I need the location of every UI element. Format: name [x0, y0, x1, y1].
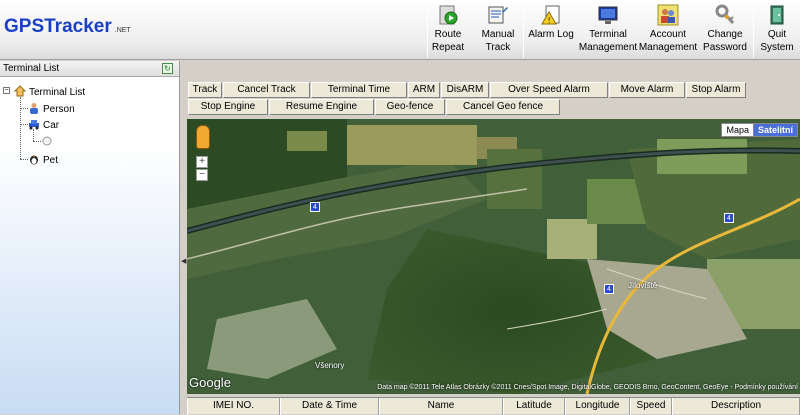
command-bar: Track Cancel Track Terminal Time ARM Dis… — [187, 61, 800, 118]
place-label: Všenory — [315, 361, 345, 370]
quit-icon — [770, 5, 784, 25]
terminal-tree: − Terminal List Person Car Pet — [0, 77, 179, 414]
terminal-management-label1: Terminal — [589, 29, 627, 40]
tree-collapse-icon[interactable]: − — [3, 87, 10, 94]
play-route-icon — [439, 5, 458, 25]
account-management-label1: Account — [649, 29, 687, 40]
terminal-management-button[interactable]: Terminal Management — [578, 0, 638, 60]
device-icon — [42, 136, 52, 146]
account-management-button[interactable]: Account Management — [638, 0, 698, 60]
cancel-geo-fence-button[interactable]: Cancel Geo fence — [446, 99, 560, 115]
road-shield: 4 — [604, 284, 614, 294]
key-icon — [715, 4, 735, 24]
road-shield: 4 — [310, 202, 320, 212]
tree-line — [20, 97, 21, 159]
satellite-imagery — [187, 119, 800, 394]
road-shield: 4 — [724, 213, 734, 223]
street-view-pegman-icon[interactable] — [196, 125, 210, 149]
tree-line — [33, 141, 41, 142]
arm-button[interactable]: ARM — [408, 82, 440, 98]
route-repeat-label1: Route — [434, 29, 462, 40]
quit-system-button[interactable]: Quit System — [757, 0, 797, 60]
change-password-label1: Change — [707, 29, 743, 40]
route-repeat-label2: Repeat — [431, 42, 465, 53]
zoom-out-button[interactable]: − — [196, 169, 208, 181]
account-management-label2: Management — [638, 42, 698, 53]
zoom-in-button[interactable]: + — [196, 156, 208, 168]
route-repeat-button[interactable]: Route Repeat — [430, 0, 466, 60]
logo-tracker: Tracker — [44, 16, 112, 37]
alarm-log-icon: ! — [541, 5, 560, 25]
tree-node-car-label: Car — [43, 120, 60, 131]
disarm-button[interactable]: DisARM — [441, 82, 489, 98]
terminal-list-panel-title: Terminal List — [3, 63, 60, 74]
tree-node-root-label: Terminal List — [29, 87, 86, 98]
tree-node-pet-label: Pet — [43, 155, 59, 166]
app-logo: GPSTracker .NET — [4, 16, 131, 37]
tree-node-car[interactable]: Car — [28, 118, 59, 132]
toolbar-separator — [427, 2, 428, 58]
quit-system-label1: Quit — [767, 29, 787, 40]
column-date-time[interactable]: Date & Time — [280, 398, 379, 415]
app-header: GPSTracker .NET Route Repeat Manual Track… — [0, 0, 800, 60]
tree-node-person-label: Person — [43, 104, 75, 115]
stop-alarm-button[interactable]: Stop Alarm — [686, 82, 746, 98]
manual-track-icon — [488, 6, 508, 24]
tree-node-car-device[interactable] — [41, 135, 56, 149]
toolbar-separator — [753, 2, 754, 58]
tree-node-root[interactable]: Terminal List — [14, 85, 85, 99]
svg-text:!: ! — [548, 16, 550, 25]
tree-node-person[interactable]: Person — [28, 102, 75, 116]
car-icon — [29, 120, 39, 130]
place-label: Jílovíště — [628, 281, 658, 290]
tree-line — [20, 159, 28, 160]
column-imei[interactable]: IMEI NO. — [187, 398, 280, 415]
manual-track-label1: Manual — [481, 29, 515, 40]
column-longitude[interactable]: Longitude — [565, 398, 630, 415]
google-logo: Google — [189, 375, 231, 390]
column-name[interactable]: Name — [379, 398, 503, 415]
terminal-management-label2: Management — [578, 42, 638, 53]
change-password-label2: Password — [703, 42, 747, 53]
users-icon — [657, 4, 679, 26]
person-icon — [30, 103, 38, 114]
geo-fence-button[interactable]: Geo-fence — [375, 99, 445, 115]
cancel-track-button[interactable]: Cancel Track — [223, 82, 310, 98]
stop-engine-button[interactable]: Stop Engine — [188, 99, 268, 115]
map-attribution[interactable]: Data map ©2011 Tele Atlas Obrázky ©2011 … — [377, 384, 798, 391]
tree-line — [20, 108, 28, 109]
quit-system-label2: System — [760, 42, 794, 53]
panel-splitter[interactable]: ◀ — [180, 61, 187, 414]
change-password-button[interactable]: Change Password — [700, 0, 750, 60]
refresh-icon[interactable]: ↻ — [162, 63, 173, 74]
move-alarm-button[interactable]: Move Alarm — [609, 82, 685, 98]
toolbar-separator — [523, 2, 524, 58]
terminal-list-panel-header: Terminal List ↻ — [0, 61, 179, 77]
column-description[interactable]: Description — [672, 398, 800, 415]
manual-track-button[interactable]: Manual Track — [478, 0, 518, 60]
map-type-satellite-button[interactable]: Satelitní — [752, 123, 798, 137]
terminal-time-button[interactable]: Terminal Time — [311, 82, 407, 98]
alarm-log-label: Alarm Log — [528, 29, 574, 40]
pet-icon — [30, 155, 38, 165]
column-speed[interactable]: Speed — [630, 398, 672, 415]
collapse-arrow-icon[interactable]: ◀ — [181, 257, 186, 265]
alarm-log-button[interactable]: ! Alarm Log — [527, 0, 575, 60]
manual-track-label2: Track — [485, 42, 511, 53]
tree-node-pet[interactable]: Pet — [28, 153, 58, 167]
column-latitude[interactable]: Latitude — [503, 398, 565, 415]
tree-line — [20, 124, 28, 125]
resume-engine-button[interactable]: Resume Engine — [269, 99, 374, 115]
terminal-icon — [598, 6, 618, 24]
map-view[interactable]: + − Mapa Satelitní 4 4 4 Jílovíště Všeno… — [187, 119, 800, 394]
over-speed-alarm-button[interactable]: Over Speed Alarm — [490, 82, 608, 98]
map-type-map-button[interactable]: Mapa — [721, 123, 754, 137]
track-button[interactable]: Track — [188, 82, 222, 98]
home-icon — [14, 85, 26, 97]
terminal-list-panel: Terminal List ↻ − Terminal List Person C… — [0, 61, 180, 414]
results-grid-header: IMEI NO. Date & Time Name Latitude Longi… — [187, 397, 800, 415]
